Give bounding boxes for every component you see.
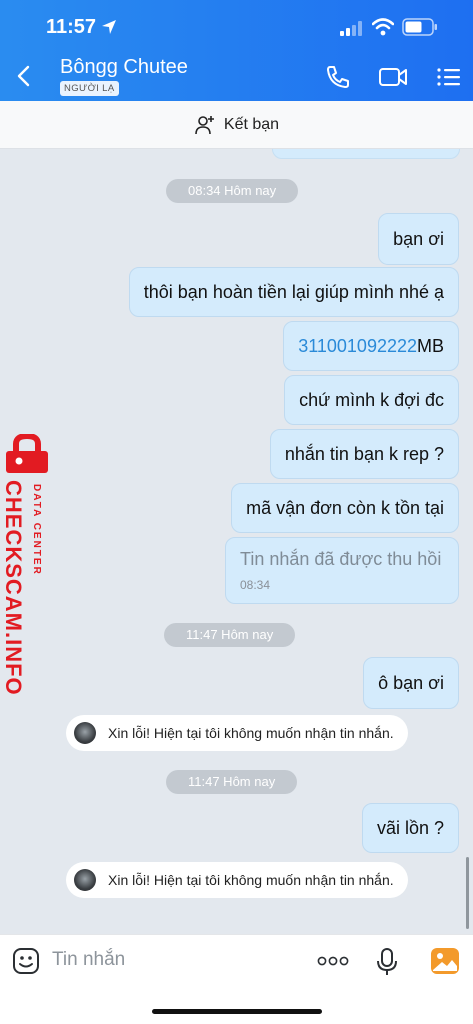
avatar bbox=[74, 869, 96, 891]
watermark-main: CHECKSCAM.INFO bbox=[1, 480, 26, 696]
status-bar: 11:57 bbox=[0, 0, 473, 50]
message-text: mã vận đơn còn k tồn tại bbox=[246, 497, 444, 518]
composer-bar: Tin nhắn bbox=[0, 934, 473, 1024]
wifi-icon bbox=[372, 18, 394, 36]
watermark-sub: DATA CENTER bbox=[31, 484, 42, 576]
notice-text: Xin lỗi! Hiện tại tôi không muốn nhận ti… bbox=[108, 725, 394, 741]
time-separator: 08:34 Hôm nay bbox=[166, 179, 299, 203]
scrollbar[interactable] bbox=[466, 857, 469, 929]
auto-reply-notice: Xin lỗi! Hiện tại tôi không muốn nhận ti… bbox=[66, 715, 408, 751]
message-text: vãi lồn ? bbox=[376, 817, 444, 838]
status-time: 11:57 bbox=[46, 16, 97, 38]
message-input[interactable]: Tin nhắn bbox=[52, 949, 125, 971]
message-text: nhắn tin bạn k rep ? bbox=[284, 443, 444, 464]
message-bubble[interactable]: nhắn tin bạn k rep ? bbox=[269, 429, 459, 479]
recalled-message-bubble[interactable]: Tin nhắn đã được thu hồi 08:34 bbox=[225, 537, 459, 604]
home-indicator[interactable] bbox=[152, 1009, 322, 1014]
message-bubble[interactable]: mã vận đơn còn k tồn tại bbox=[231, 483, 459, 533]
contact-name[interactable]: Bôngg Chutee bbox=[60, 56, 188, 79]
padlock-logo-icon bbox=[6, 434, 48, 473]
location-arrow-icon bbox=[102, 20, 116, 34]
stranger-badge: NGƯỜI LẠ bbox=[60, 81, 119, 96]
message-text: bạn ơi bbox=[393, 228, 444, 249]
message-timestamp: 08:34 bbox=[240, 578, 271, 592]
message-text: chứ mình k đợi đc bbox=[299, 389, 444, 410]
message-text: ô bạn ơi bbox=[378, 672, 444, 693]
video-call-icon[interactable] bbox=[378, 64, 408, 90]
add-person-icon bbox=[195, 115, 214, 134]
add-friend-label: Kết bạn bbox=[223, 115, 280, 133]
message-bubble[interactable]: bạn ơi bbox=[378, 213, 459, 265]
message-bubble[interactable]: ô bạn ơi bbox=[363, 657, 459, 709]
account-number-link[interactable]: 311001092222 bbox=[298, 336, 417, 357]
message-text: MB bbox=[417, 335, 444, 356]
time-separator: 11:47 Hôm nay bbox=[166, 770, 298, 794]
microphone-icon[interactable] bbox=[376, 947, 398, 977]
cellular-signal-icon bbox=[340, 21, 362, 36]
time-separator: 11:47 Hôm nay bbox=[164, 623, 296, 647]
recalled-text: Tin nhắn đã được thu hồi bbox=[240, 549, 442, 569]
add-friend-button[interactable]: Kết bạn bbox=[0, 101, 473, 149]
image-gallery-icon[interactable] bbox=[430, 947, 460, 975]
message-bubble[interactable]: thôi bạn hoàn tiền lại giúp mình nhé ạ bbox=[128, 267, 459, 317]
sticker-emoji-icon[interactable] bbox=[12, 947, 40, 975]
avatar bbox=[74, 722, 96, 744]
message-bubble[interactable]: chứ mình k đợi đc bbox=[284, 375, 459, 425]
battery-icon bbox=[402, 18, 437, 36]
back-chevron-icon[interactable] bbox=[14, 64, 34, 88]
chat-header: 11:57 Bôngg Chutee NGƯỜI LẠ bbox=[0, 0, 473, 101]
message-text: thôi bạn hoàn tiền lại giúp mình nhé ạ bbox=[143, 281, 444, 302]
previous-message-bubble[interactable] bbox=[272, 149, 460, 159]
more-options-icon[interactable] bbox=[316, 955, 350, 967]
message-list[interactable]: 08:34 Hôm nay bạn ơi thôi bạn hoàn tiền … bbox=[0, 149, 473, 934]
message-bubble[interactable]: vãi lồn ? bbox=[361, 803, 459, 853]
message-bubble[interactable]: 311001092222 MB bbox=[283, 321, 459, 371]
menu-list-icon[interactable] bbox=[436, 64, 462, 90]
auto-reply-notice: Xin lỗi! Hiện tại tôi không muốn nhận ti… bbox=[66, 862, 408, 898]
notice-text: Xin lỗi! Hiện tại tôi không muốn nhận ti… bbox=[108, 872, 394, 888]
phone-call-icon[interactable] bbox=[324, 64, 352, 90]
